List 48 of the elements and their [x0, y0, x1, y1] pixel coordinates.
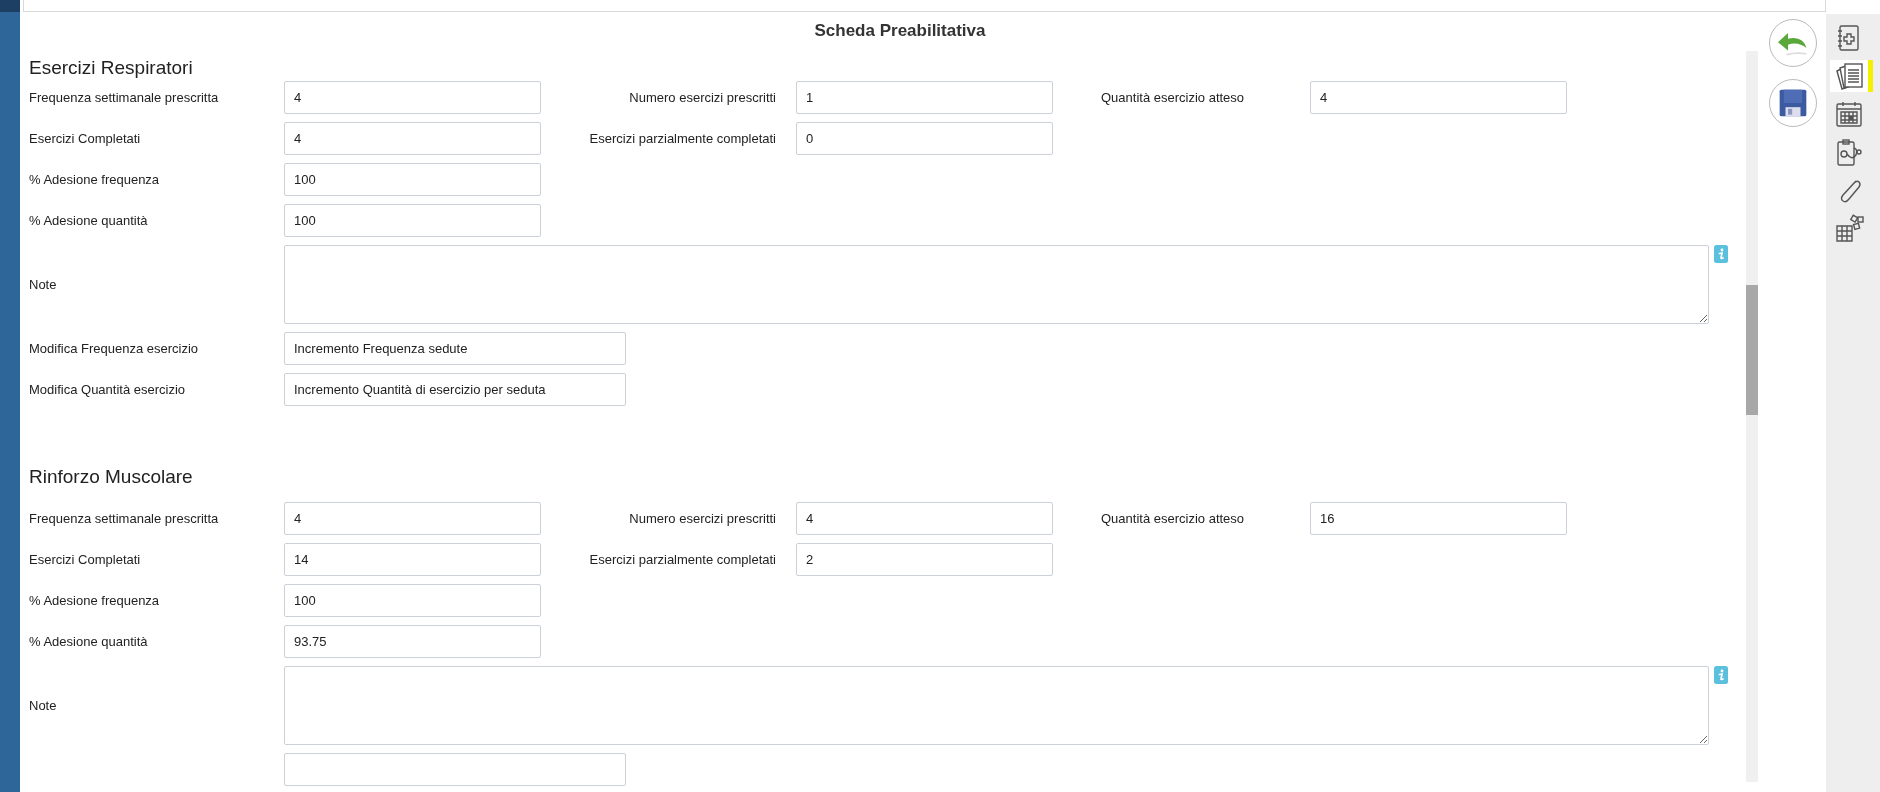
undo-arrow-button[interactable]: [1769, 19, 1817, 67]
field-label: % Adesione quantità: [29, 634, 148, 649]
calendar-icon: [1834, 99, 1864, 129]
field-label: Quantità esercizio atteso: [1101, 511, 1245, 526]
page-title: Scheda Preabilitativa: [813, 20, 986, 41]
field-label: Esercizi parzialmente completati: [589, 131, 776, 146]
field-label: % Adesione frequenza: [29, 172, 160, 187]
field-label: Numero esercizi prescritti: [629, 511, 776, 526]
input-field[interactable]: 4: [284, 122, 541, 155]
field-label: % Adesione frequenza: [29, 593, 160, 608]
input-field[interactable]: 16: [1310, 502, 1567, 535]
input-field[interactable]: 100: [284, 584, 541, 617]
field-label: Frequenza settimanale prescritta: [29, 511, 219, 526]
field-label: Esercizi parzialmente completati: [589, 552, 776, 567]
section-heading: Rinforzo Muscolare: [29, 465, 193, 489]
input-field[interactable]: Incremento Quantità di esercizio per seduta: [284, 373, 626, 406]
floppy-disk-button[interactable]: [1769, 79, 1817, 127]
clipboard-stethoscope-icon: [1834, 137, 1864, 167]
field-label: Frequenza settimanale prescritta: [29, 90, 219, 105]
documents-icon: [1834, 61, 1864, 91]
input-field[interactable]: 1: [796, 81, 1053, 114]
input-field[interactable]: 4: [284, 81, 541, 114]
field-label: % Adesione quantità: [29, 213, 148, 228]
field-label: Numero esercizi prescritti: [629, 90, 776, 105]
field-label: Quantità esercizio atteso: [1101, 90, 1245, 105]
input-field[interactable]: 0: [796, 122, 1053, 155]
section-heading: Esercizi Respiratori: [29, 56, 193, 80]
input-field[interactable]: 4: [796, 502, 1053, 535]
field-label: Esercizi Completati: [29, 552, 141, 567]
field-label: Note: [29, 698, 57, 713]
input-field[interactable]: 4: [1310, 81, 1567, 114]
input-field[interactable]: [284, 753, 626, 786]
input-field[interactable]: 100: [284, 163, 541, 196]
notes-field[interactable]: [284, 245, 1709, 324]
input-field[interactable]: 14: [284, 543, 541, 576]
field-label: Modifica Frequenza esercizio: [29, 341, 199, 356]
input-field[interactable]: 2: [796, 543, 1053, 576]
input-field[interactable]: 100: [284, 204, 541, 237]
input-field[interactable]: Incremento Frequenza sedute: [284, 332, 626, 365]
sidebar-item[interactable]: [1830, 60, 1873, 92]
field-label: Esercizi Completati: [29, 131, 141, 146]
input-field[interactable]: 4: [284, 502, 541, 535]
input-field[interactable]: 93.75: [284, 625, 541, 658]
scrollbar[interactable]: [1746, 51, 1758, 782]
notes-field[interactable]: [284, 666, 1709, 745]
field-label: Modifica Quantità esercizio: [29, 382, 186, 397]
field-label: Note: [29, 277, 57, 292]
grid-blocks-icon: [1834, 213, 1864, 243]
